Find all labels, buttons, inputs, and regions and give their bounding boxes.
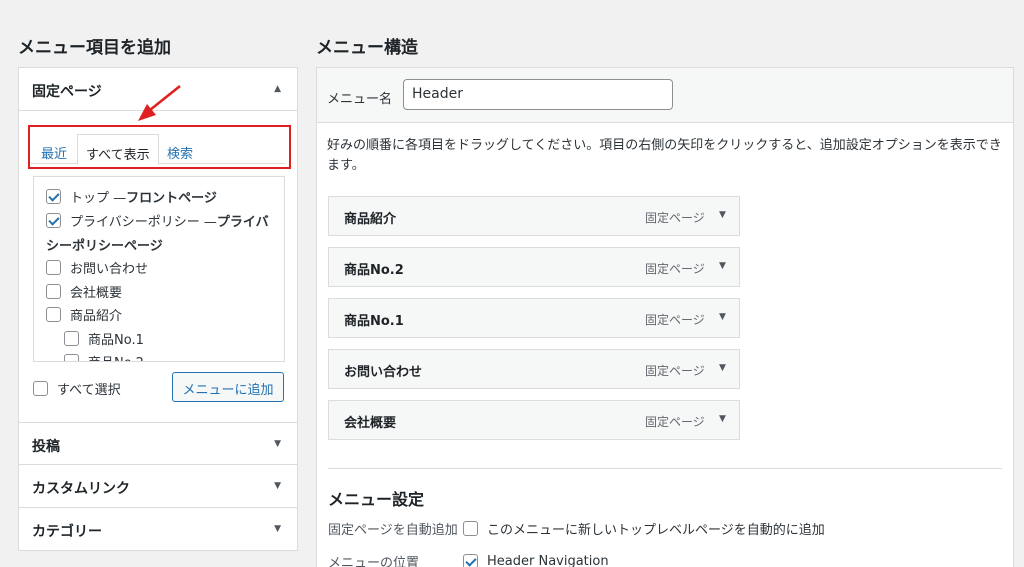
pages-section-header[interactable]: 固定ページ ▲ — [19, 68, 297, 111]
menu-name-bar: メニュー名 Header — [317, 68, 1013, 123]
list-item[interactable]: 商品No.1 — [64, 329, 144, 348]
menu-settings-title: メニュー設定 — [328, 490, 425, 509]
list-item-label: 商品No.2 — [88, 352, 144, 361]
custom-links-section-header[interactable]: カスタムリンク ▼ — [19, 465, 297, 508]
list-item-state: プライバ — [216, 215, 269, 230]
menu-item[interactable]: 会社概要 固定ページ ▼ — [328, 400, 740, 440]
list-item[interactable]: トップ — フロントページ — [46, 187, 217, 206]
menu-item[interactable]: 商品No.2 固定ページ ▼ — [328, 247, 740, 287]
divider — [328, 468, 1002, 469]
menu-item[interactable]: 商品紹介 固定ページ ▼ — [328, 196, 740, 236]
triangle-down-icon[interactable]: ▼ — [719, 210, 726, 220]
menu-item-title: 商品紹介 — [344, 212, 397, 227]
checkbox[interactable] — [46, 260, 61, 275]
list-item-continuation: シーポリシーページ — [46, 235, 163, 254]
select-all[interactable]: すべて選択 — [33, 379, 121, 398]
list-item-label: プライバシーポリシー — — [70, 215, 217, 230]
triangle-down-icon[interactable]: ▼ — [274, 439, 281, 449]
setting-label: メニューの位置 — [328, 556, 420, 567]
section-title: カスタムリンク — [32, 481, 130, 497]
list-item[interactable]: 商品紹介 — [46, 305, 122, 324]
setting-option-label: このメニューに新しいトップレベルページを自動的に追加 — [487, 523, 825, 538]
list-item[interactable]: プライバシーポリシー — プライバ — [46, 211, 269, 230]
checkbox-checked[interactable] — [46, 189, 61, 204]
section-title: 投稿 — [32, 439, 60, 455]
checkbox[interactable] — [64, 354, 79, 361]
triangle-down-icon[interactable]: ▼ — [719, 312, 726, 322]
list-item-label: 商品No.1 — [88, 333, 144, 348]
menu-item-type: 固定ページ — [645, 364, 705, 378]
list-item[interactable]: お問い合わせ — [46, 258, 148, 277]
add-to-menu-button[interactable]: メニューに追加 — [172, 372, 284, 402]
pages-checklist[interactable]: トップ — フロントページ プライバシーポリシー — プライバ シーポリシーペー… — [33, 176, 285, 362]
menu-item-title: 商品No.2 — [344, 263, 404, 278]
checkbox[interactable] — [33, 381, 48, 396]
setting-label: 固定ページを自動追加 — [328, 523, 458, 538]
list-item-state: フロントページ — [126, 191, 217, 206]
checkbox[interactable] — [46, 307, 61, 322]
highlight-box — [28, 125, 291, 169]
list-item-label: 商品紹介 — [70, 309, 123, 324]
menu-item-title: お問い合わせ — [344, 365, 423, 380]
add-menu-items-panel: 固定ページ ▲ 最近 すべて表示 検索 トップ — フロントページ プライバシー… — [18, 67, 298, 551]
categories-section-header[interactable]: カテゴリー ▼ — [19, 508, 297, 551]
list-item[interactable]: 会社概要 — [46, 282, 122, 301]
instructions-text: 好みの順番に各項目をドラッグしてください。項目の右側の矢印をクリックすると、追加… — [327, 138, 1002, 173]
list-item-label: トップ — — [70, 191, 127, 206]
menu-structure-panel: メニュー名 Header 好みの順番に各項目をドラッグしてください。項目の右側の… — [316, 67, 1014, 567]
posts-section-header[interactable]: 投稿 ▼ — [19, 422, 297, 465]
menu-item[interactable]: お問い合わせ 固定ページ ▼ — [328, 349, 740, 389]
menu-item-type: 固定ページ — [645, 262, 705, 276]
list-item-label: 会社概要 — [70, 286, 123, 301]
auto-add-checkbox[interactable] — [463, 521, 478, 536]
select-all-label: すべて選択 — [57, 383, 121, 398]
menu-name-label: メニュー名 — [327, 92, 393, 107]
menu-item-type: 固定ページ — [645, 211, 705, 225]
triangle-down-icon[interactable]: ▼ — [274, 524, 281, 534]
checkbox[interactable] — [46, 284, 61, 299]
checkbox-checked[interactable] — [46, 213, 61, 228]
list-item[interactable]: 商品No.2 — [64, 352, 144, 361]
menu-location-setting: メニューの位置 Header Navigation — [328, 552, 609, 567]
checkbox[interactable] — [64, 331, 79, 346]
triangle-up-icon[interactable]: ▲ — [274, 84, 281, 94]
header-navigation-checkbox[interactable] — [463, 554, 478, 567]
section-title: カテゴリー — [32, 524, 102, 540]
triangle-down-icon[interactable]: ▼ — [719, 414, 726, 424]
auto-add-setting: 固定ページを自動追加 このメニューに新しいトップレベルページを自動的に追加 — [328, 519, 825, 538]
menu-structure-heading: メニュー構造 — [316, 38, 418, 58]
setting-option-label: Header Navigation — [487, 554, 609, 567]
menu-item-title: 商品No.1 — [344, 314, 404, 329]
pages-section-title: 固定ページ — [32, 84, 102, 100]
menu-item-type: 固定ページ — [645, 415, 705, 429]
triangle-down-icon[interactable]: ▼ — [719, 363, 726, 373]
menu-item[interactable]: 商品No.1 固定ページ ▼ — [328, 298, 740, 338]
menu-item-title: 会社概要 — [344, 416, 397, 431]
add-menu-items-heading: メニュー項目を追加 — [18, 38, 171, 58]
triangle-down-icon[interactable]: ▼ — [274, 481, 281, 491]
list-item-label: お問い合わせ — [70, 262, 149, 277]
list-item-state: シーポリシーページ — [46, 239, 163, 254]
triangle-down-icon[interactable]: ▼ — [719, 261, 726, 271]
menu-name-input[interactable]: Header — [403, 79, 673, 110]
menu-item-type: 固定ページ — [645, 313, 705, 327]
